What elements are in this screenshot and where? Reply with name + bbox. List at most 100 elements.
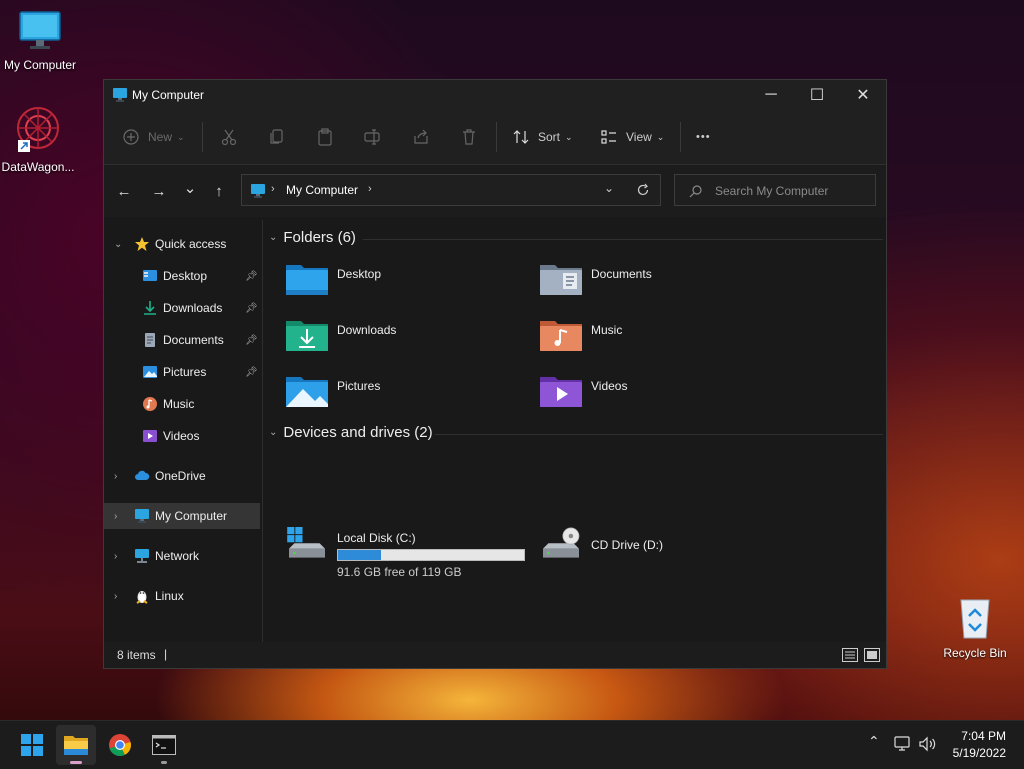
taskbar-terminal[interactable] bbox=[144, 725, 184, 765]
new-button[interactable]: New ⌄ bbox=[122, 124, 185, 150]
folder-tile-pictures[interactable]: Pictures bbox=[285, 373, 525, 417]
running-indicator bbox=[161, 761, 167, 764]
sidebar-item-desktop[interactable]: Desktop 📌︎ bbox=[104, 263, 260, 289]
sidebar-item-label: Videos bbox=[163, 429, 200, 443]
toolbar-divider bbox=[202, 122, 203, 152]
sidebar-item-label: Quick access bbox=[155, 237, 227, 251]
rename-icon[interactable] bbox=[364, 128, 382, 146]
folder-name: Music bbox=[591, 323, 623, 337]
window-title: My Computer bbox=[132, 88, 205, 102]
toolbar-divider bbox=[496, 122, 497, 152]
breadcrumb-separator-icon[interactable]: › bbox=[368, 183, 372, 195]
system-clock[interactable]: 7:04 PM 5/19/2022 bbox=[953, 728, 1006, 762]
document-icon bbox=[145, 333, 155, 347]
local-disk-icon bbox=[287, 527, 325, 558]
sidebar-item-linux[interactable]: › Linux bbox=[104, 583, 260, 609]
folder-tile-desktop[interactable]: Desktop bbox=[285, 261, 525, 305]
copy-icon[interactable] bbox=[268, 128, 286, 146]
videos-icon bbox=[143, 430, 157, 442]
chevron-right-icon[interactable]: › bbox=[114, 511, 117, 522]
minimize-button[interactable]: ─ bbox=[748, 80, 794, 110]
chevron-right-icon[interactable]: › bbox=[114, 551, 117, 562]
view-icon bbox=[601, 130, 616, 144]
new-label: New bbox=[148, 130, 173, 144]
sidebar-item-pictures[interactable]: Pictures 📌︎ bbox=[104, 359, 260, 385]
file-explorer-icon bbox=[64, 736, 88, 755]
drive-tile-d[interactable]: CD Drive (D:) bbox=[539, 527, 779, 573]
navigation-bar: ← → ⌄ ↑ › My Computer › ⌄ Search My Comp… bbox=[104, 165, 886, 217]
breadcrumb-separator-icon: › bbox=[271, 183, 275, 195]
maximize-button[interactable]: ☐ bbox=[794, 80, 840, 110]
share-icon[interactable] bbox=[412, 128, 430, 146]
start-button[interactable] bbox=[12, 725, 52, 765]
chevron-down-icon[interactable]: ⌄ bbox=[114, 239, 122, 250]
sort-icon bbox=[513, 130, 529, 144]
sort-button[interactable]: Sort ⌄ bbox=[512, 124, 573, 150]
folder-name: Videos bbox=[591, 379, 628, 393]
view-button[interactable]: View ⌄ bbox=[600, 124, 664, 150]
folder-tile-documents[interactable]: Documents bbox=[539, 261, 779, 305]
folder-name: Desktop bbox=[337, 267, 382, 281]
details-view-icon[interactable] bbox=[842, 648, 858, 662]
folder-tile-downloads[interactable]: Downloads bbox=[285, 317, 525, 361]
title-bar[interactable]: My Computer ─ ☐ ✕ bbox=[104, 80, 886, 110]
folder-documents-icon bbox=[540, 265, 582, 295]
monitor-icon bbox=[135, 509, 149, 523]
recent-locations-button[interactable]: ⌄ bbox=[178, 176, 202, 200]
sidebar-item-music[interactable]: Music bbox=[104, 391, 260, 417]
paste-icon[interactable] bbox=[316, 128, 334, 146]
folders-group-header[interactable]: ⌄ Folders (6) bbox=[269, 229, 356, 246]
sidebar-item-label: OneDrive bbox=[155, 469, 206, 483]
sidebar-item-videos[interactable]: Videos bbox=[104, 423, 260, 449]
show-hidden-icons-button[interactable]: ⌃ bbox=[868, 733, 880, 750]
desktop-icon-my-computer[interactable]: My Computer bbox=[0, 10, 80, 72]
recycle-bin-icon bbox=[960, 599, 990, 639]
large-icons-view-icon[interactable] bbox=[864, 648, 880, 662]
chevron-right-icon[interactable]: › bbox=[114, 591, 117, 602]
forward-button[interactable]: → bbox=[147, 179, 171, 203]
sidebar-item-quick-access[interactable]: ⌄ Quick access bbox=[104, 231, 260, 257]
close-button[interactable]: ✕ bbox=[840, 80, 886, 110]
terminal-icon bbox=[152, 735, 176, 755]
sidebar-item-documents[interactable]: Documents 📌︎ bbox=[104, 327, 260, 353]
folder-pictures-icon bbox=[286, 377, 328, 407]
command-bar: New ⌄ Sort ⌄ View ⌄ ••• bbox=[104, 110, 886, 165]
chevron-down-icon: ⌄ bbox=[269, 427, 278, 438]
pin-icon: 📌︎ bbox=[245, 366, 258, 378]
desktop-icon-recycle-bin[interactable]: Recycle Bin bbox=[935, 596, 1015, 660]
pictures-icon bbox=[143, 366, 157, 378]
cut-icon[interactable] bbox=[220, 128, 238, 146]
text-cursor: | bbox=[164, 647, 168, 661]
delete-icon[interactable] bbox=[460, 128, 478, 146]
back-button[interactable]: ← bbox=[112, 179, 136, 203]
cloud-icon bbox=[135, 470, 150, 480]
network-status-icon[interactable] bbox=[894, 736, 912, 752]
pin-icon: 📌︎ bbox=[245, 270, 258, 282]
breadcrumb[interactable]: My Computer bbox=[286, 183, 358, 197]
search-box[interactable]: Search My Computer bbox=[674, 174, 876, 206]
refresh-icon[interactable] bbox=[636, 183, 650, 197]
network-icon bbox=[135, 549, 149, 563]
drive-tile-c[interactable]: Local Disk (C:) 91.6 GB free of 119 GB bbox=[285, 527, 525, 579]
folder-downloads-icon bbox=[286, 321, 328, 351]
sidebar-item-my-computer[interactable]: › My Computer bbox=[104, 503, 260, 529]
desktop-icon-datawagon[interactable]: DataWagon... bbox=[0, 104, 78, 174]
sidebar-item-label: Downloads bbox=[163, 301, 223, 315]
address-bar[interactable]: › My Computer › ⌄ bbox=[241, 174, 661, 206]
more-options-button[interactable]: ••• bbox=[696, 124, 711, 150]
download-icon bbox=[144, 301, 156, 315]
sidebar-item-network[interactable]: › Network bbox=[104, 543, 260, 569]
sidebar-item-onedrive[interactable]: › OneDrive bbox=[104, 463, 260, 489]
folder-tile-videos[interactable]: Videos bbox=[539, 373, 779, 417]
folder-tile-music[interactable]: Music bbox=[539, 317, 779, 361]
chevron-down-icon[interactable]: ⌄ bbox=[604, 181, 614, 195]
volume-icon[interactable] bbox=[918, 736, 938, 752]
desktop-icon-label: DataWagon... bbox=[1, 160, 75, 174]
taskbar-chrome[interactable] bbox=[100, 725, 140, 765]
sidebar-item-downloads[interactable]: Downloads 📌︎ bbox=[104, 295, 260, 321]
up-button[interactable]: ↑ bbox=[207, 179, 231, 203]
file-explorer-window: My Computer ─ ☐ ✕ New ⌄ Sort ⌄ View ⌄ ••… bbox=[103, 79, 887, 669]
chevron-right-icon[interactable]: › bbox=[114, 471, 117, 482]
taskbar-file-explorer[interactable] bbox=[56, 725, 96, 765]
devices-group-header[interactable]: ⌄ Devices and drives (2) bbox=[269, 424, 433, 441]
